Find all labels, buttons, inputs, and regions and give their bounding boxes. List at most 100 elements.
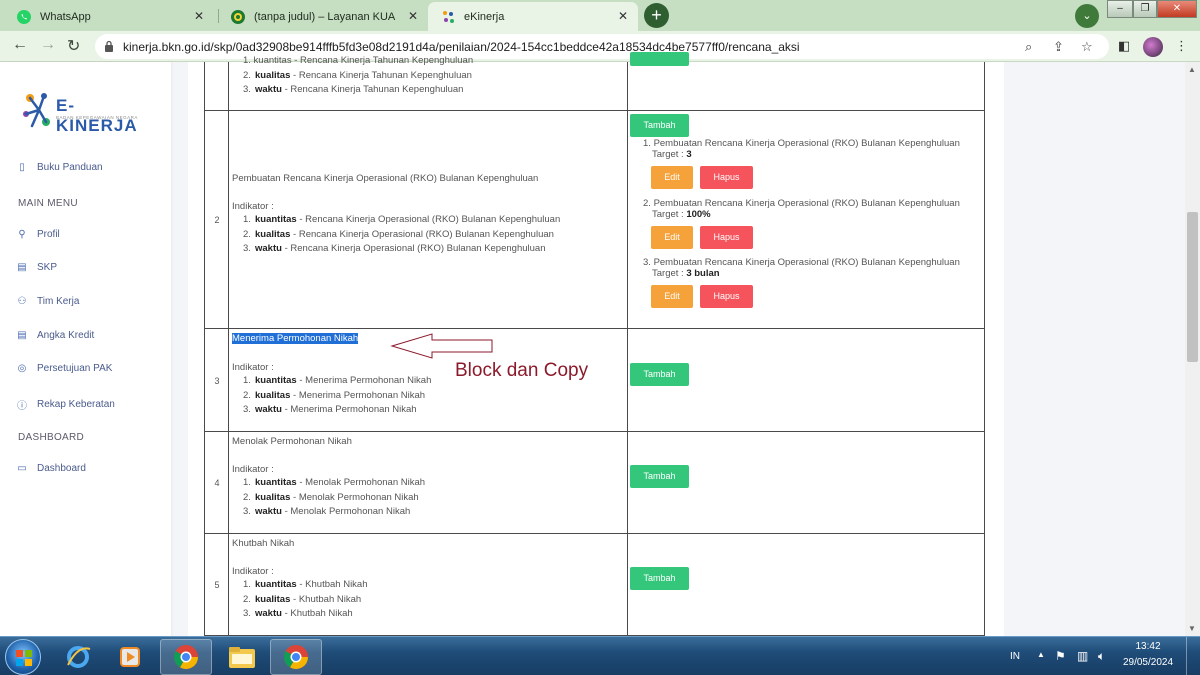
selected-row-title[interactable]: Menerima Permohonan Nikah — [232, 333, 359, 344]
tab-whatsapp[interactable]: WhatsApp ✕ — [4, 2, 214, 31]
list-item: 2. kualitas - Khutbah Nikah — [243, 593, 362, 605]
indicator-key: kualitas — [255, 593, 291, 605]
close-window-button[interactable]: ✕ — [1157, 0, 1197, 18]
tray-expand-icon[interactable]: ▲ — [1037, 650, 1045, 659]
annotation-text: Block dan Copy — [455, 360, 589, 381]
sidebar-item-label: SKP — [37, 262, 58, 273]
indicator-value: Khutbah Nikah — [298, 593, 362, 605]
tambah-button[interactable]: Tambah — [630, 363, 689, 386]
sidebar-item-label: Dashboard — [37, 463, 86, 474]
windows-taskbar: IN ▲ ⚑ ▥ 🔈︎ 13:42 29/05/2024 — [0, 636, 1200, 675]
ekinerja-logo[interactable]: E-KINERJA BADAN KEPEGAWAIAN NEGARA — [22, 90, 152, 135]
sidebar-item-label: Persetujuan PAK — [37, 363, 113, 374]
hapus-button[interactable]: Hapus — [700, 166, 753, 189]
sidebar-item-label: Angka Kredit — [37, 330, 95, 341]
indicator-key: kualitas — [255, 389, 291, 401]
indicator-number: 2. — [243, 69, 251, 81]
media-player-icon — [120, 647, 140, 667]
separator: - — [290, 389, 299, 401]
tambah-button[interactable]: Tambah — [630, 567, 689, 590]
input-language[interactable]: IN — [1010, 651, 1020, 662]
profile-avatar[interactable] — [1143, 37, 1163, 57]
sidebar-item-persetujuan-pak[interactable]: ◎ Persetujuan PAK — [16, 363, 113, 374]
volume-muted-icon[interactable]: 🔈︎ — [1098, 649, 1105, 664]
indicator-value: Menerima Permohonan Nikah — [290, 404, 417, 415]
action-center-flag-icon[interactable]: ⚑ — [1055, 649, 1066, 663]
network-icon[interactable]: ▥ — [1077, 649, 1088, 663]
show-desktop-button[interactable] — [1186, 637, 1200, 675]
close-tab-icon[interactable]: ✕ — [408, 9, 418, 23]
sidebar-item-tim-kerja[interactable]: ⚇ Tim Kerja — [16, 296, 80, 307]
separator: - — [290, 228, 299, 240]
minimize-window-button[interactable]: – — [1107, 0, 1133, 18]
list-item: 3. waktu - Menerima Permohonan Nikah — [243, 404, 417, 415]
edit-button[interactable]: Edit — [651, 226, 693, 249]
scroll-down-icon[interactable]: ▼ — [1188, 624, 1196, 633]
close-tab-icon[interactable]: ✕ — [194, 9, 204, 23]
row-title: Menolak Permohonan Nikah — [232, 436, 352, 447]
scroll-up-icon[interactable]: ▲ — [1188, 65, 1196, 74]
start-button[interactable] — [5, 639, 41, 675]
new-tab-button[interactable]: + — [644, 3, 669, 28]
action-name: Pembuatan Rencana Kinerja Operasional (R… — [653, 257, 960, 268]
table-border — [984, 62, 985, 636]
table-border — [204, 62, 205, 636]
edit-button[interactable]: Edit — [651, 166, 693, 189]
user-icon: ⚲ — [18, 229, 26, 240]
sidebar-item-dashboard[interactable]: ▭ Dashboard — [16, 463, 86, 474]
list-item: 3. waktu - Rencana Kinerja Operasional (R… — [243, 243, 546, 254]
scroll-thumb[interactable] — [1187, 212, 1198, 362]
taskbar-clock-time[interactable]: 13:42 — [1124, 641, 1172, 652]
item-number: 2. — [643, 198, 654, 209]
chrome-window-taskbar-button[interactable] — [270, 639, 322, 675]
hapus-button[interactable]: Hapus — [700, 285, 753, 308]
tambah-button-partial[interactable] — [630, 52, 689, 66]
item-number: 1. — [643, 138, 654, 149]
share-icon[interactable]: ⇪ — [1053, 39, 1064, 55]
reload-icon[interactable]: ↻ — [67, 36, 80, 56]
row-number: 2 — [214, 215, 220, 225]
table-row: 1. kuantitas - Rencana Kinerja Tahunan K… — [243, 55, 473, 70]
list-item: 2. kualitas - Rencana Kinerja Operasional… — [243, 228, 554, 240]
sidebar-item-rekap-keberatan[interactable]: ⓘ Rekap Keberatan — [16, 397, 115, 412]
internet-explorer-taskbar-button[interactable] — [52, 639, 104, 675]
side-panel-icon[interactable]: ◧ — [1118, 38, 1130, 54]
chrome-taskbar-button[interactable] — [160, 639, 212, 675]
file-explorer-taskbar-button[interactable] — [216, 639, 268, 675]
indicator-value: Khutbah Nikah — [290, 608, 353, 619]
zoom-icon[interactable]: ⌕ — [1025, 39, 1032, 55]
edit-button[interactable]: Edit — [651, 285, 693, 308]
logo-subtitle: BADAN KEPEGAWAIAN NEGARA — [56, 115, 138, 120]
tambah-button[interactable]: Tambah — [630, 114, 689, 137]
sidebar-item-buku-panduan[interactable]: ▯ Buku Panduan — [16, 162, 103, 173]
indicator-value: Khutbah Nikah — [305, 579, 368, 590]
main-menu-heading: MAIN MENU — [18, 198, 78, 209]
taskbar-clock-date[interactable]: 29/05/2024 — [1120, 657, 1176, 668]
sidebar-item-label: Buku Panduan — [37, 162, 103, 173]
tab-search-chevron-icon[interactable]: ⌄ — [1075, 4, 1099, 28]
forward-arrow-icon[interactable]: → — [40, 36, 56, 54]
target-value: 100% — [686, 209, 711, 220]
back-arrow-icon[interactable]: ← — [12, 36, 28, 54]
bookmark-star-icon[interactable]: ☆ — [1081, 39, 1093, 55]
page-scrollbar[interactable]: ▲ ▼ — [1185, 62, 1200, 636]
sidebar-item-angka-kredit[interactable]: ▤ Angka Kredit — [16, 330, 94, 341]
lock-icon[interactable] — [104, 40, 114, 52]
separator: - — [290, 69, 299, 81]
list-item: 2. kualitas - Menerima Permohonan Nikah — [243, 389, 426, 401]
indicator-key: kualitas — [255, 69, 291, 81]
media-player-taskbar-button[interactable] — [104, 639, 156, 675]
users-icon: ⚇ — [17, 296, 27, 307]
close-tab-icon[interactable]: ✕ — [618, 9, 628, 23]
maximize-window-button[interactable]: ❐ — [1133, 0, 1157, 18]
sidebar-item-profil[interactable]: ⚲ Profil — [16, 229, 59, 240]
menu-kebab-icon[interactable]: ⋮ — [1175, 38, 1188, 54]
sidebar-item-skp[interactable]: ▤ SKP — [16, 262, 57, 273]
tab-title: (tanpa judul) – Layanan KUA — [254, 10, 396, 23]
hapus-button[interactable]: Hapus — [700, 226, 753, 249]
indikator-label: Indikator : — [232, 464, 274, 475]
target-label: Target : — [652, 209, 687, 220]
tambah-button[interactable]: Tambah — [630, 465, 689, 488]
tab-ekinerja[interactable]: eKinerja ✕ — [428, 2, 638, 31]
tab-layanan-kua[interactable]: (tanpa judul) – Layanan KUA ✕ — [218, 2, 428, 31]
